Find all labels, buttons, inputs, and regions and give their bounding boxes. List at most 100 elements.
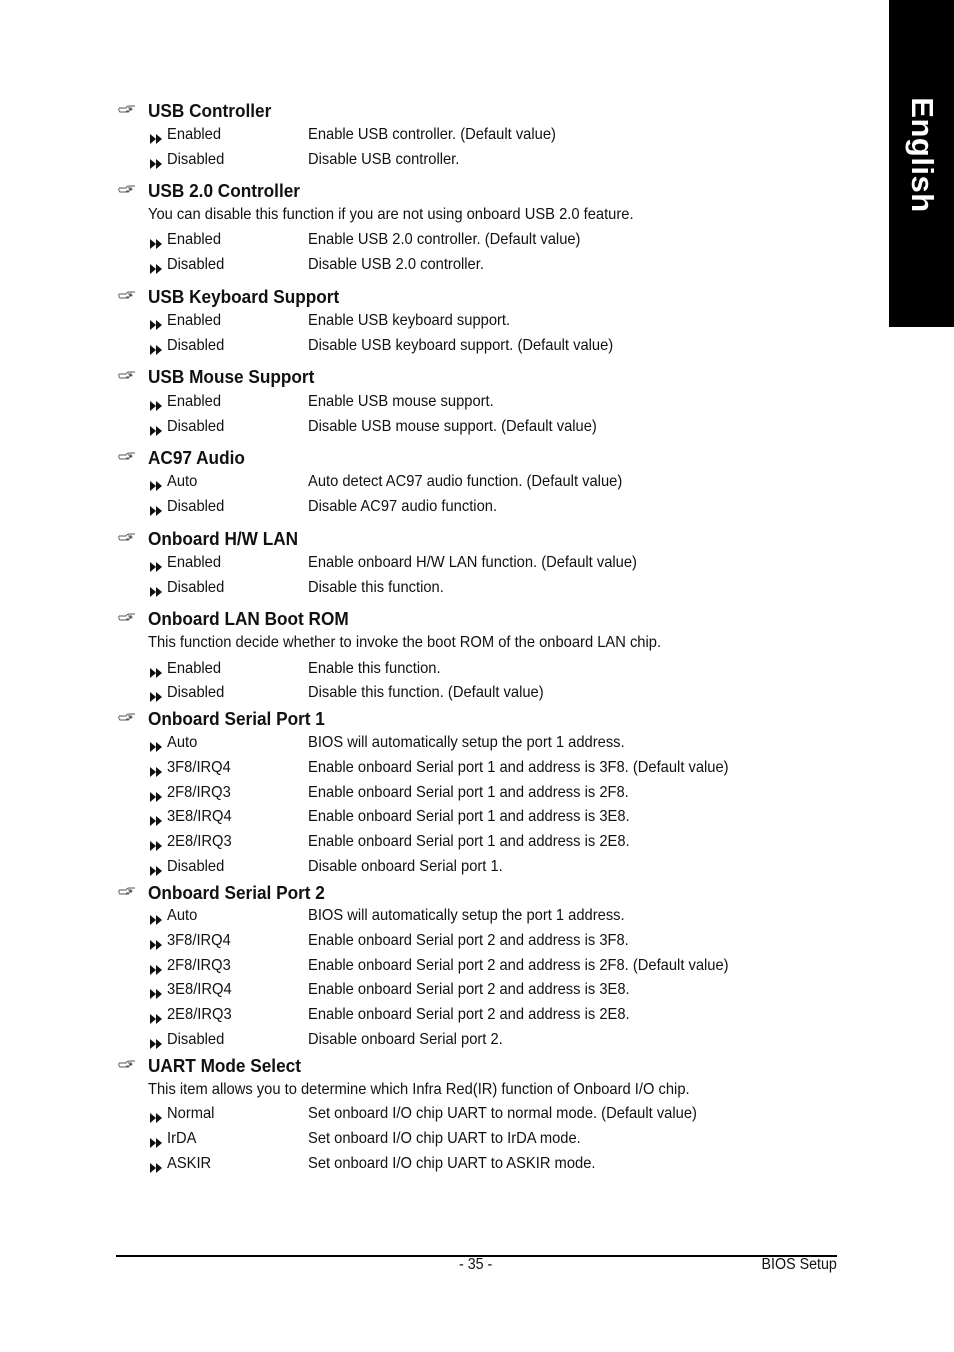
option-value: ASKIR	[167, 1155, 212, 1172]
double-arrow-bullet-icon	[150, 1011, 163, 1024]
language-side-tab-label: English	[904, 97, 940, 213]
option-value: 3F8/IRQ4	[167, 759, 231, 776]
option-value: 2F8/IRQ3	[167, 784, 231, 801]
pointing-hand-icon	[118, 369, 136, 381]
section-header: Onboard Serial Port 1	[0, 708, 889, 732]
option-description: Disable AC97 audio function.	[308, 498, 498, 515]
option-row: IrDA Set onboard I/O chip UART to IrDA mo…	[0, 1130, 889, 1152]
section-header: USB Keyboard Support	[0, 286, 889, 310]
option-row: Auto BIOS will automatically setup the po…	[0, 907, 889, 929]
option-value: Enabled	[167, 660, 222, 677]
option-value: Disabled	[167, 858, 225, 875]
option-description: Set onboard I/O chip UART to ASKIR mode.	[308, 1155, 596, 1172]
pointing-hand-icon	[118, 1058, 136, 1070]
option-row: Disabled Disable USB mouse support. (Defa…	[0, 418, 889, 440]
option-description: Enable USB mouse support.	[308, 393, 494, 410]
option-row: Disabled Disable USB controller.	[0, 151, 889, 173]
option-value: Normal	[167, 1105, 215, 1122]
option-row: 3F8/IRQ4 Enable onboard Serial port 1 and…	[0, 759, 889, 781]
option-description: Auto detect AC97 audio function. (Defaul…	[308, 473, 623, 490]
section-title: Onboard LAN Boot ROM	[148, 608, 349, 629]
option-value: Disabled	[167, 684, 225, 701]
option-value: IrDA	[167, 1130, 197, 1147]
double-arrow-bullet-icon	[150, 1160, 163, 1173]
option-row: Normal Set onboard I/O chip UART to norma…	[0, 1105, 889, 1127]
pointing-hand-icon	[118, 611, 136, 623]
option-row: 2E8/IRQ3 Enable onboard Serial port 1 and…	[0, 833, 889, 855]
option-value: Auto	[167, 907, 198, 924]
option-row: Disabled Disable this function.	[0, 579, 889, 601]
option-row: ASKIR Set onboard I/O chip UART to ASKIR …	[0, 1155, 889, 1177]
section-title: USB 2.0 Controller	[148, 180, 301, 201]
option-value: Auto	[167, 734, 198, 751]
section-title: Onboard H/W LAN	[148, 528, 299, 549]
option-value: Enabled	[167, 231, 222, 248]
option-row: Disabled Disable USB 2.0 controller.	[0, 256, 889, 278]
option-value: 2E8/IRQ3	[167, 833, 232, 850]
double-arrow-bullet-icon	[150, 937, 163, 950]
option-row: 2E8/IRQ3 Enable onboard Serial port 2 and…	[0, 1006, 889, 1028]
section-description: This function decide whether to invoke t…	[148, 634, 662, 651]
section-description: This item allows you to determine which …	[148, 1081, 690, 1098]
double-arrow-bullet-icon	[150, 764, 163, 777]
double-arrow-bullet-icon	[150, 863, 163, 876]
option-row: Disabled Disable AC97 audio function.	[0, 498, 889, 520]
pointing-hand-icon	[118, 103, 136, 115]
double-arrow-bullet-icon	[150, 317, 163, 330]
option-value: Disabled	[167, 579, 225, 596]
option-row: 3F8/IRQ4 Enable onboard Serial port 2 and…	[0, 932, 889, 954]
option-value: Disabled	[167, 1031, 225, 1048]
section-title: Onboard Serial Port 2	[148, 882, 325, 903]
section-title: USB Mouse Support	[148, 366, 315, 387]
option-description: Disable onboard Serial port 1.	[308, 858, 503, 875]
option-description: Enable onboard Serial port 2 and address…	[308, 1006, 630, 1023]
section-header: Onboard LAN Boot ROM	[0, 608, 889, 632]
option-value: Enabled	[167, 312, 222, 329]
double-arrow-bullet-icon	[150, 1036, 163, 1049]
option-value: Auto	[167, 473, 198, 490]
section-title: USB Controller	[148, 100, 272, 121]
section-title: USB Keyboard Support	[148, 286, 340, 307]
pointing-hand-icon	[118, 531, 136, 543]
option-row: 3E8/IRQ4 Enable onboard Serial port 2 and…	[0, 981, 889, 1003]
section-title: UART Mode Select	[148, 1055, 301, 1076]
option-description: Enable this function.	[308, 660, 441, 677]
option-row: 2F8/IRQ3 Enable onboard Serial port 2 and…	[0, 957, 889, 979]
option-description: Enable USB controller. (Default value)	[308, 126, 556, 143]
double-arrow-bullet-icon	[150, 398, 163, 411]
option-value: Disabled	[167, 337, 225, 354]
option-description: Disable this function. (Default value)	[308, 684, 544, 701]
option-description: Enable onboard Serial port 1 and address…	[308, 784, 629, 801]
double-arrow-bullet-icon	[150, 584, 163, 597]
option-description: Set onboard I/O chip UART to normal mode…	[308, 1105, 697, 1122]
option-description: Enable onboard Serial port 2 and address…	[308, 957, 729, 974]
pointing-hand-icon	[118, 885, 136, 897]
option-row: Auto Auto detect AC97 audio function. (De…	[0, 473, 889, 495]
option-row: Disabled Disable onboard Serial port 1.	[0, 858, 889, 880]
double-arrow-bullet-icon	[150, 962, 163, 975]
option-description: Disable USB mouse support. (Default valu…	[308, 418, 597, 435]
section-description: You can disable this function if you are…	[148, 206, 634, 223]
option-value: Enabled	[167, 554, 222, 571]
option-row: Enabled Enable USB mouse support.	[0, 393, 889, 415]
double-arrow-bullet-icon	[150, 503, 163, 516]
double-arrow-bullet-icon	[150, 342, 163, 355]
option-description: Enable onboard Serial port 2 and address…	[308, 932, 629, 949]
option-row: Disabled Disable this function. (Default …	[0, 684, 889, 706]
double-arrow-bullet-icon	[150, 261, 163, 274]
section-header: UART Mode Select	[0, 1055, 889, 1079]
option-description: Disable USB keyboard support. (Default v…	[308, 337, 614, 354]
option-value: 3E8/IRQ4	[167, 808, 232, 825]
section-title: AC97 Audio	[148, 447, 245, 468]
section-header: USB Mouse Support	[0, 366, 889, 390]
option-description: Enable USB keyboard support.	[308, 312, 511, 329]
section-title: Onboard Serial Port 1	[148, 708, 325, 729]
option-description: Enable onboard H/W LAN function. (Defaul…	[308, 554, 637, 571]
section-header: Onboard H/W LAN	[0, 528, 889, 552]
double-arrow-bullet-icon	[150, 665, 163, 678]
option-row: Enabled Enable onboard H/W LAN function. …	[0, 554, 889, 576]
double-arrow-bullet-icon	[150, 986, 163, 999]
pointing-hand-icon	[118, 711, 136, 723]
double-arrow-bullet-icon	[150, 838, 163, 851]
double-arrow-bullet-icon	[150, 789, 163, 802]
